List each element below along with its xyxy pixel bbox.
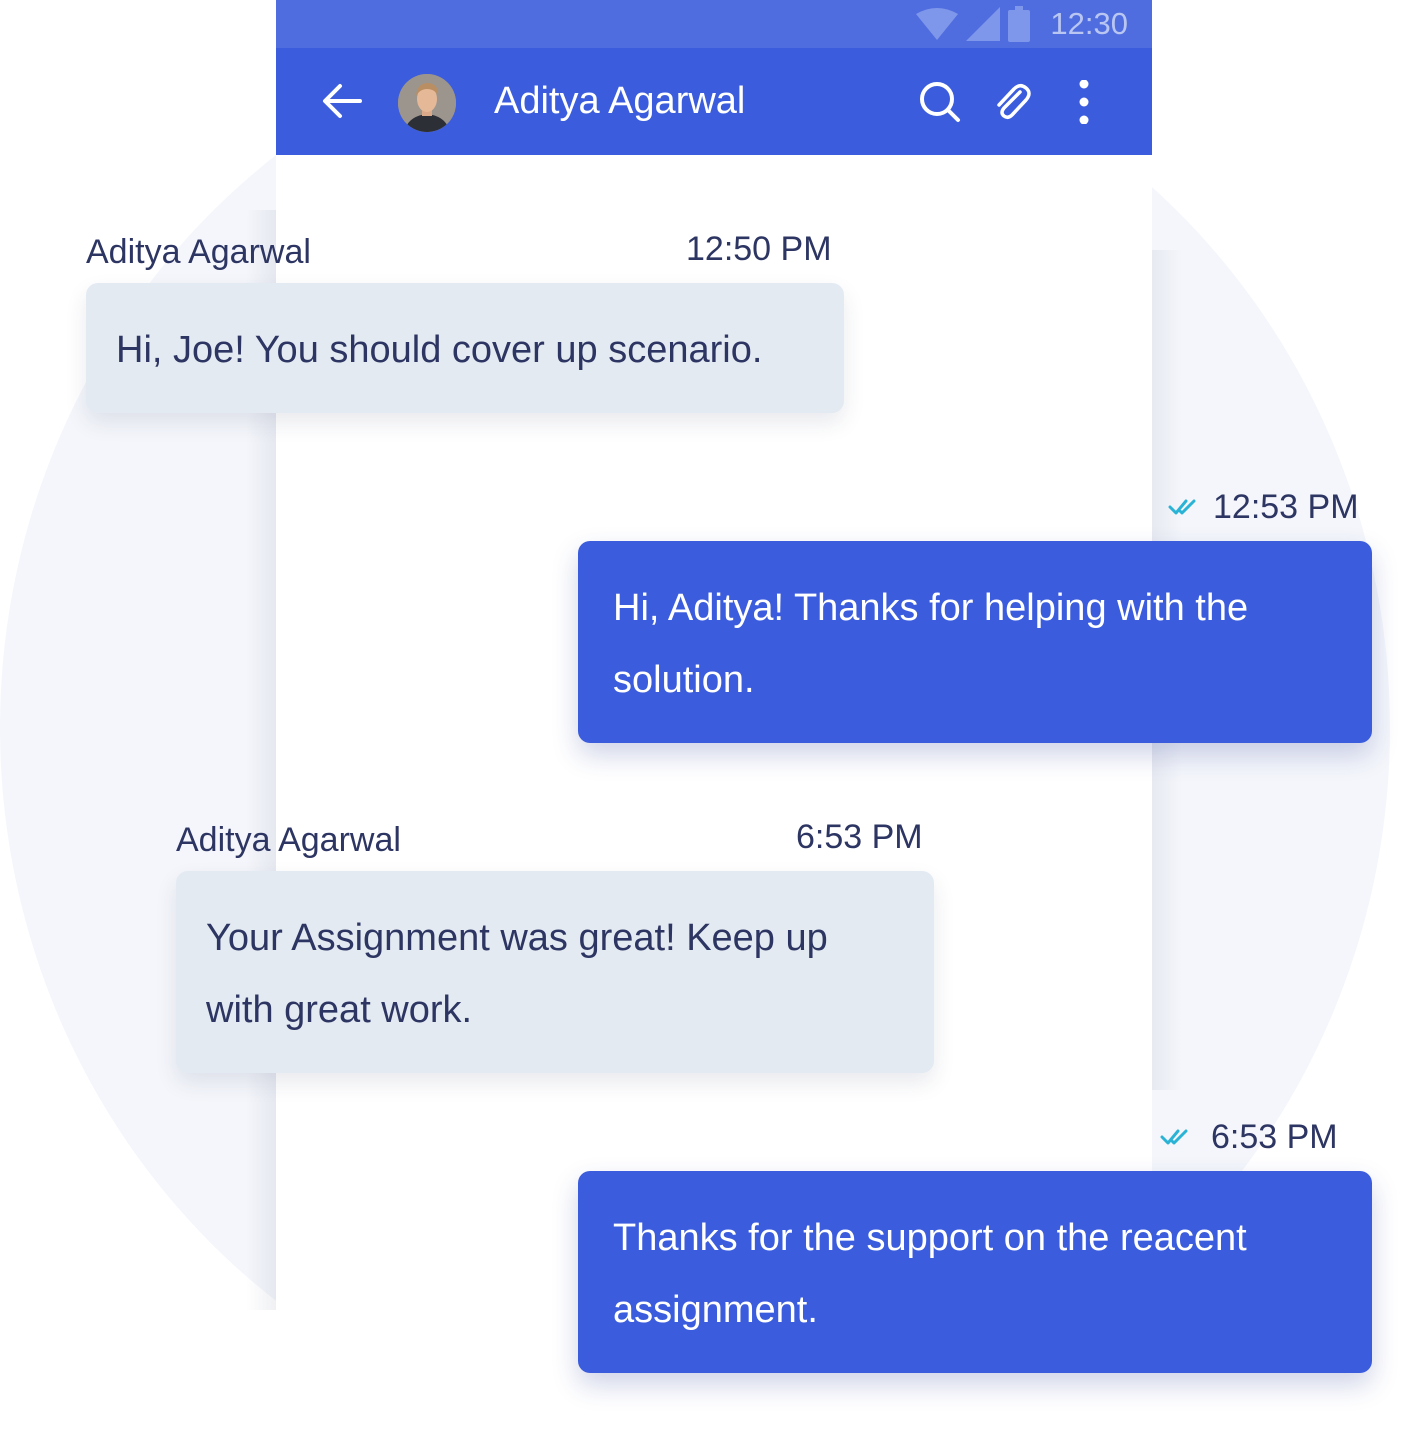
more-vertical-icon	[1079, 79, 1089, 125]
read-receipt-icon	[1168, 499, 1196, 515]
message-time: 12:50 PM	[686, 230, 832, 268]
message-text: Hi, Joe! You should cover up scenario.	[116, 329, 763, 371]
chat-title: Aditya Agarwal	[494, 80, 746, 122]
app-bar: Aditya Agarwal	[276, 48, 1152, 155]
message-bubble-outgoing[interactable]: Hi, Aditya! Thanks for helping with the …	[578, 541, 1372, 743]
message-time: 12:53 PM	[1213, 488, 1359, 526]
message-text: Thanks for the support on the reacent as…	[613, 1217, 1247, 1331]
status-time: 12:30	[1050, 6, 1128, 41]
arrow-left-icon	[323, 84, 362, 118]
battery-icon	[1008, 6, 1031, 42]
wifi-icon	[916, 8, 959, 40]
message-sender: Aditya Agarwal	[86, 233, 311, 271]
message-bubble-outgoing[interactable]: Thanks for the support on the reacent as…	[578, 1171, 1372, 1373]
message-text: Your Assignment was great! Keep up with …	[206, 917, 828, 1031]
message-time: 6:53 PM	[1211, 1118, 1338, 1156]
read-receipt-icon	[1160, 1129, 1188, 1145]
attach-button[interactable]	[990, 80, 1034, 124]
message-time: 6:53 PM	[796, 818, 923, 856]
contact-photo	[398, 74, 456, 132]
attachment-icon	[997, 84, 1031, 120]
search-icon	[920, 82, 960, 122]
chat-illustration: 12:30 Aditya Agarwal Aditya Agarwal 12:5…	[0, 0, 1404, 1446]
avatar[interactable]	[398, 74, 456, 132]
status-bar: 12:30	[276, 0, 1152, 48]
message-bubble-incoming[interactable]: Hi, Joe! You should cover up scenario.	[86, 283, 844, 413]
message-sender: Aditya Agarwal	[176, 821, 401, 859]
message-text: Hi, Aditya! Thanks for helping with the …	[613, 587, 1249, 701]
status-icons: 12:30	[916, 4, 1128, 44]
more-options-button[interactable]	[1064, 79, 1104, 125]
back-button[interactable]	[320, 81, 364, 121]
signal-icon	[966, 7, 1001, 41]
message-bubble-incoming[interactable]: Your Assignment was great! Keep up with …	[176, 871, 934, 1073]
search-button[interactable]	[918, 80, 962, 124]
